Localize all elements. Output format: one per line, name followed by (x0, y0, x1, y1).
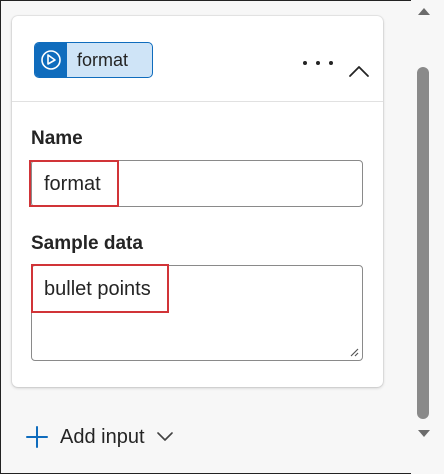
sample-data-highlight-box (31, 264, 169, 313)
input-chip[interactable]: format (34, 42, 153, 78)
scroll-up-arrow-icon[interactable] (417, 6, 431, 16)
chevron-down-icon (156, 432, 173, 441)
name-label: Name (31, 128, 83, 149)
add-input-label: Add input (60, 425, 145, 448)
name-highlight-box (29, 160, 119, 207)
scroll-down-arrow-icon[interactable] (417, 429, 431, 439)
more-options-button[interactable] (303, 59, 333, 67)
prompt-input-icon (35, 43, 67, 77)
add-input-button[interactable]: Add input (26, 424, 196, 450)
input-chip-label: format (77, 49, 129, 70)
input-card-header: format (12, 16, 383, 102)
resize-handle-icon[interactable] (349, 347, 359, 357)
plus-icon (26, 426, 48, 448)
sample-data-label: Sample data (31, 233, 143, 254)
scrollbar-thumb[interactable] (417, 67, 429, 419)
chevron-up-icon[interactable] (348, 64, 370, 78)
more-horizontal-icon (303, 61, 307, 65)
